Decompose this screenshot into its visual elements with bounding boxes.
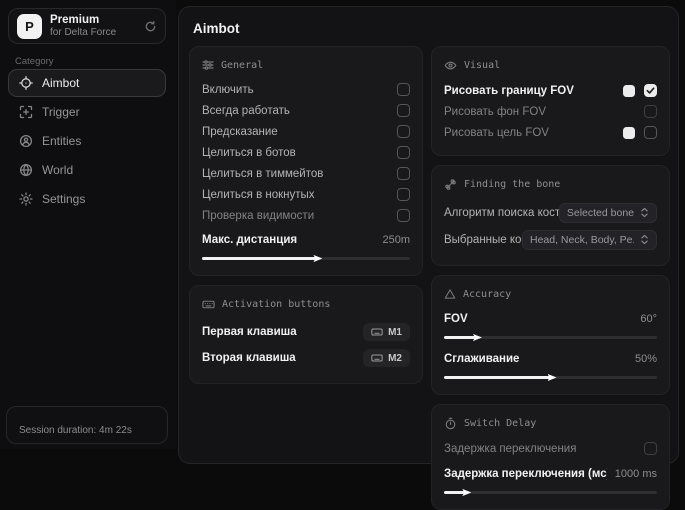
checkbox[interactable] xyxy=(397,167,410,180)
general-card-title: General xyxy=(202,59,410,71)
slider-thumb[interactable] xyxy=(548,373,557,382)
sidebar-item-label: Entities xyxy=(42,134,81,148)
checkbox[interactable] xyxy=(644,126,657,139)
sidebar-item-world[interactable]: World xyxy=(8,156,166,184)
trigger-scope-icon xyxy=(19,105,33,119)
slider-thumb[interactable] xyxy=(473,333,482,342)
bone-icon xyxy=(444,178,457,191)
color-swatch[interactable] xyxy=(623,85,635,97)
checkbox[interactable] xyxy=(397,146,410,159)
entities-icon xyxy=(19,134,33,148)
fov-value: 60° xyxy=(640,313,657,325)
keybind-button-m1[interactable]: M1 xyxy=(363,323,410,341)
setting-row-target-teammates: Целиться в тиммейтов xyxy=(202,163,410,184)
setting-row-draw-fov-bg: Рисовать фон FOV xyxy=(444,101,657,122)
keyboard-icon xyxy=(371,352,383,364)
color-swatch[interactable] xyxy=(623,127,635,139)
checkbox[interactable] xyxy=(644,105,657,118)
max-distance-slider[interactable] xyxy=(202,253,410,263)
accuracy-card-title: Accuracy xyxy=(444,288,657,300)
setting-row-visibility-check: Проверка видимости xyxy=(202,205,410,226)
sidebar: P Premium for Delta Force Category Aimbo… xyxy=(0,0,176,449)
main-panel: Aimbot General Включить xyxy=(178,6,679,464)
timer-icon xyxy=(444,417,457,430)
gear-icon xyxy=(19,192,33,206)
setting-row-enable: Включить xyxy=(202,79,410,100)
setting-row-bone-algorithm: Алгоритм поиска костей Selected bone xyxy=(444,199,657,226)
eye-icon xyxy=(444,59,457,72)
setting-row-switch-delay-ms: Задержка переключения (мс) 1000 ms xyxy=(444,463,657,484)
smoothing-value: 50% xyxy=(635,353,657,365)
session-duration-text: Session duration: 4m 22s xyxy=(19,425,132,436)
keyboard-icon xyxy=(371,326,383,338)
setting-row-target-bots: Целиться в ботов xyxy=(202,142,410,163)
bone-algorithm-select[interactable]: Selected bone xyxy=(559,203,657,223)
max-distance-value: 250m xyxy=(382,234,410,246)
bone-card-title: Finding the bone xyxy=(444,178,657,191)
setting-row-prediction: Предсказание xyxy=(202,121,410,142)
setting-row-smoothing: Сглаживание 50% xyxy=(444,348,657,369)
sidebar-item-entities[interactable]: Entities xyxy=(8,127,166,155)
setting-row-selected-bones: Выбранные кости Head, Neck, Body, Pe... xyxy=(444,226,657,253)
sidebar-item-label: World xyxy=(42,163,73,177)
setting-row-max-distance: Макс. дистанция 250m xyxy=(202,229,410,250)
refresh-icon[interactable] xyxy=(144,20,157,33)
setting-row-always-work: Всегда работать xyxy=(202,100,410,121)
setting-row-target-knocked: Целиться в нокнутых xyxy=(202,184,410,205)
slider-thumb[interactable] xyxy=(313,254,322,263)
fov-slider[interactable] xyxy=(444,332,657,342)
sidebar-item-settings[interactable]: Settings xyxy=(8,185,166,213)
product-logo: P xyxy=(17,14,42,39)
globe-icon xyxy=(19,163,33,177)
sidebar-item-aimbot[interactable]: Aimbot xyxy=(8,69,166,97)
checkbox[interactable] xyxy=(397,209,410,222)
checkbox[interactable] xyxy=(397,104,410,117)
setting-row-second-key: Вторая клавиша M2 xyxy=(202,345,410,371)
category-label: Category xyxy=(15,56,54,67)
sidebar-nav: Aimbot Trigger Entities xyxy=(8,69,166,213)
switch-delay-card: Switch Delay Задержка переключения Задер… xyxy=(431,404,670,510)
product-subtitle: for Delta Force xyxy=(50,27,136,39)
activation-card-title: Activation buttons xyxy=(202,298,410,311)
accuracy-card: Accuracy FOV 60° Сглаживание 50% xyxy=(431,275,670,395)
sidebar-item-label: Settings xyxy=(42,192,85,206)
checkbox[interactable] xyxy=(397,125,410,138)
finding-bone-card: Finding the bone Алгоритм поиска костей … xyxy=(431,165,670,266)
setting-row-fov: FOV 60° xyxy=(444,308,657,329)
switch-delay-value: 1000 ms xyxy=(615,468,657,480)
setting-row-first-key: Первая клавиша M1 xyxy=(202,319,410,345)
checkbox[interactable] xyxy=(397,188,410,201)
crosshair-icon xyxy=(19,76,33,90)
switch-delay-card-title: Switch Delay xyxy=(444,417,657,430)
chevron-up-down-icon xyxy=(640,207,649,218)
keyboard-icon xyxy=(202,298,215,311)
session-duration-box: Session duration: 4m 22s xyxy=(6,406,168,444)
setting-row-draw-fov-border: Рисовать границу FOV xyxy=(444,80,657,101)
product-title: Premium xyxy=(50,14,136,27)
sidebar-item-label: Trigger xyxy=(42,105,80,119)
sidebar-item-label: Aimbot xyxy=(42,76,79,90)
chevron-up-down-icon xyxy=(640,234,649,245)
smoothing-slider[interactable] xyxy=(444,372,657,382)
sidebar-item-trigger[interactable]: Trigger xyxy=(8,98,166,126)
checkbox[interactable] xyxy=(397,83,410,96)
setting-row-draw-fov-target: Рисовать цель FOV xyxy=(444,122,657,143)
page-title: Aimbot xyxy=(193,21,670,36)
switch-delay-slider[interactable] xyxy=(444,487,657,497)
checkbox-checked[interactable] xyxy=(644,84,657,97)
activation-buttons-card: Activation buttons Первая клавиша M1 Вто… xyxy=(189,285,423,384)
general-card: General Включить Всегда работать Предска… xyxy=(189,46,423,276)
visual-card-title: Visual xyxy=(444,59,657,72)
visual-card: Visual Рисовать границу FOV Рисовать фон… xyxy=(431,46,670,156)
keybind-button-m2[interactable]: M2 xyxy=(363,349,410,367)
selected-bones-select[interactable]: Head, Neck, Body, Pe... xyxy=(522,230,657,250)
product-card: P Premium for Delta Force xyxy=(8,8,166,44)
slider-thumb[interactable] xyxy=(462,488,471,497)
triangle-icon xyxy=(444,288,456,300)
sliders-icon xyxy=(202,59,214,71)
